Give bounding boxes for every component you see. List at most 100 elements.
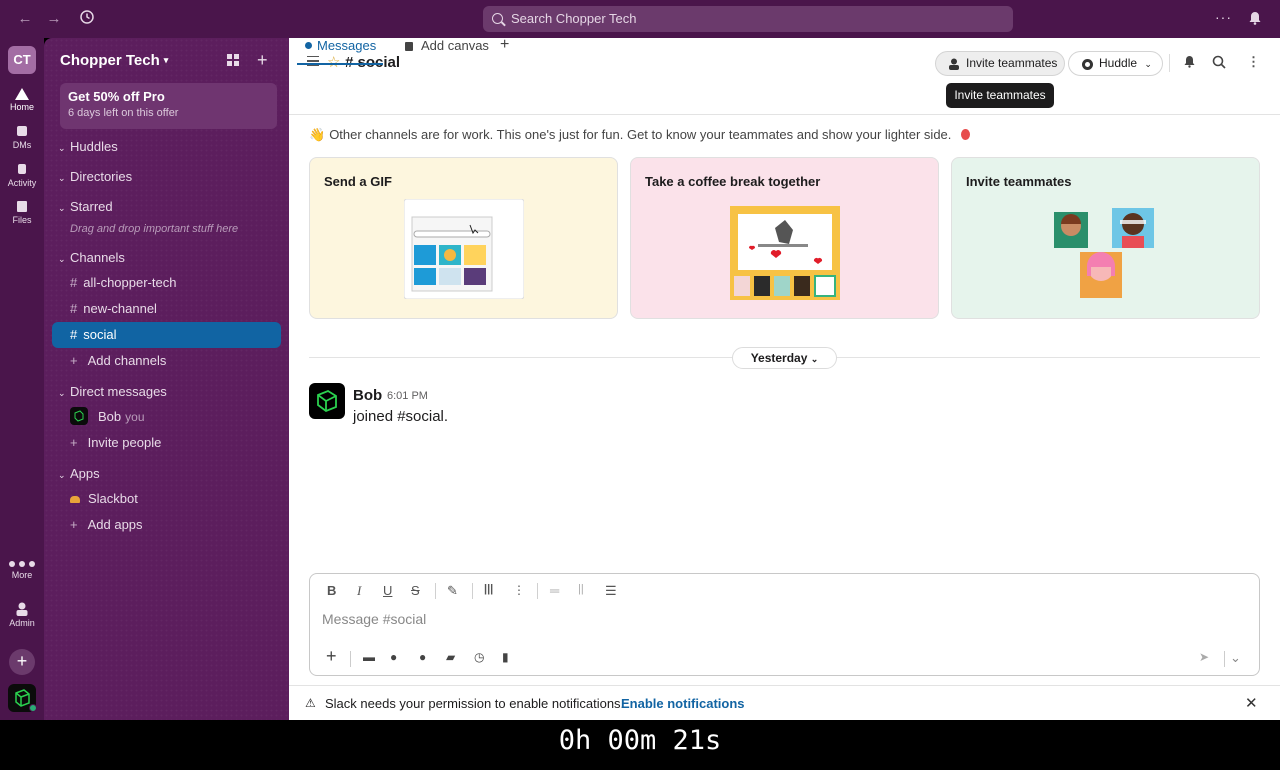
channel-view: ☆ # social Invite teammates Huddle ⌄ ⋮ M…	[289, 36, 1280, 720]
caret-icon: ⌄	[58, 254, 66, 264]
card-title: Take a coffee break together	[645, 174, 821, 189]
rail-admin-label: Admin	[9, 618, 35, 628]
add-channels-button[interactable]: + Add channels	[52, 348, 281, 374]
sidebar-channel-all-chopper-tech[interactable]: # all-chopper-tech	[52, 270, 281, 296]
forward-arrow-icon[interactable]: →	[44, 9, 64, 29]
dm-bob[interactable]: Bob you	[52, 404, 281, 430]
rail-more[interactable]: More	[0, 560, 44, 580]
notifications-bell-icon[interactable]	[1249, 11, 1261, 25]
link-pencil-icon[interactable]: ✎	[447, 583, 458, 599]
add-channels-label: Add channels	[87, 353, 167, 368]
send-icon[interactable]: ➤	[1199, 650, 1209, 664]
invite-people-label: Invite people	[87, 435, 162, 450]
formatting-icon[interactable]: ▬	[363, 650, 375, 664]
sidebar-channel-new-channel[interactable]: # new-channel	[52, 296, 281, 322]
rail-activity[interactable]: Activity	[0, 164, 44, 188]
section-huddles[interactable]: ⌄ Huddles	[58, 139, 118, 154]
search-icon[interactable]	[1212, 55, 1226, 72]
kebab-menu-icon[interactable]: ⋮	[1247, 54, 1260, 70]
history-icon[interactable]	[77, 9, 97, 29]
workspace-avatar[interactable]: CT	[8, 46, 36, 74]
section-channels[interactable]: ⌄ Channels	[58, 250, 125, 265]
caret-icon: ⌄	[58, 143, 66, 153]
back-arrow-icon[interactable]: ←	[15, 9, 35, 29]
tab-messages[interactable]: Messages	[297, 38, 383, 65]
section-apps[interactable]: ⌄ Apps	[58, 466, 100, 481]
channel-name: all-chopper-tech	[83, 275, 177, 290]
person-icon	[949, 58, 959, 70]
add-tab-plus-icon[interactable]: +	[500, 36, 514, 63]
filter-grid-icon[interactable]	[227, 54, 240, 72]
rail-files[interactable]: Files	[0, 201, 44, 225]
coffee-break-card[interactable]: Take a coffee break together	[630, 157, 939, 319]
date-divider-button[interactable]: Yesterday ⌄	[732, 347, 837, 369]
code-icon[interactable]: ||	[578, 583, 584, 595]
add-workspace-button[interactable]: +	[9, 649, 35, 675]
sidebar-channel-social[interactable]: # social	[52, 322, 281, 348]
ordered-list-icon[interactable]: |||	[484, 583, 493, 595]
bold-icon[interactable]: B	[327, 583, 336, 598]
bullet-list-icon[interactable]: ⋮	[513, 583, 525, 597]
add-apps-button[interactable]: + Add apps	[52, 512, 281, 538]
send-gif-card[interactable]: Send a GIF	[309, 157, 618, 319]
section-direct-messages[interactable]: ⌄ Direct messages	[58, 384, 167, 399]
app-slackbot[interactable]: Slackbot	[52, 486, 281, 512]
pro-offer-banner[interactable]: Get 50% off Pro 6 days left on this offe…	[60, 83, 277, 129]
headphones-icon	[1082, 59, 1093, 70]
mention-icon[interactable]: ●	[419, 650, 426, 664]
enable-notifications-link[interactable]: Enable notifications	[621, 696, 745, 711]
recording-timer: 0h 00m 21s	[0, 720, 1280, 770]
notification-settings-icon[interactable]	[1184, 55, 1195, 71]
rail-admin[interactable]: Admin	[0, 602, 44, 628]
code-block-icon[interactable]: ☰	[605, 583, 617, 599]
rail-home[interactable]: Home	[0, 88, 44, 112]
rail-home-label: Home	[9, 102, 34, 112]
top-bar: ← → Search Chopper Tech ···	[0, 0, 1280, 38]
app-rail: CT Home DMs Activity Files More Admin +	[0, 38, 44, 720]
files-icon	[17, 201, 27, 212]
slackbot-icon	[70, 496, 80, 503]
invite-teammates-card[interactable]: Invite teammates	[951, 157, 1260, 319]
message-author[interactable]: Bob	[353, 387, 382, 404]
message-timestamp[interactable]: 6:01 PM	[387, 390, 428, 402]
plus-icon: +	[70, 353, 78, 368]
italic-icon[interactable]: I	[357, 583, 361, 599]
send-options-chevron-icon[interactable]: ⌄	[1230, 650, 1241, 666]
channel-welcome: 👋 Other channels are for work. This one's…	[309, 127, 971, 143]
video-clip-icon[interactable]: ▰	[446, 650, 455, 664]
rail-activity-label: Activity	[7, 178, 37, 188]
section-huddles-label: Huddles	[70, 139, 118, 154]
card-title: Invite teammates	[966, 174, 1072, 189]
attach-plus-icon[interactable]: +	[326, 646, 337, 667]
invite-teammates-label: Invite teammates	[966, 56, 1058, 70]
plus-icon: +	[70, 517, 78, 532]
rail-more-label: More	[11, 570, 33, 580]
invite-people-button[interactable]: + Invite people	[52, 430, 281, 456]
close-icon[interactable]: ✕	[1245, 694, 1258, 712]
emoji-icon[interactable]: ●	[390, 650, 397, 664]
search-bar[interactable]: Search Chopper Tech	[483, 6, 1013, 32]
rail-dms[interactable]: DMs	[0, 126, 44, 150]
toolbar-divider	[350, 651, 351, 667]
chevron-down-icon: ⌄	[1144, 59, 1152, 69]
strikethrough-icon[interactable]: S	[411, 583, 420, 598]
presence-dot	[29, 704, 37, 712]
section-directories[interactable]: ⌄ Directories	[58, 169, 132, 184]
message-input[interactable]: Message #social	[322, 611, 426, 627]
huddle-button[interactable]: Huddle ⌄	[1068, 51, 1163, 76]
underline-icon[interactable]: U	[383, 583, 392, 598]
more-options-icon[interactable]: ···	[1215, 9, 1232, 25]
invite-teammates-button[interactable]: Invite teammates	[935, 51, 1065, 76]
tab-add-canvas[interactable]: Add canvas	[405, 38, 495, 65]
shortcuts-icon[interactable]: ▮	[502, 650, 509, 664]
message-avatar[interactable]	[309, 383, 345, 419]
caret-icon: ⌄	[58, 173, 66, 183]
welcome-text: Other channels are for work. This one's …	[329, 127, 952, 142]
compose-plus-icon[interactable]: +	[257, 50, 268, 71]
promo-subtitle: 6 days left on this offer	[68, 107, 179, 119]
section-starred[interactable]: ⌄ Starred	[58, 199, 113, 214]
audio-clip-icon[interactable]: ◷	[474, 650, 484, 664]
blockquote-icon[interactable]: ═	[550, 583, 559, 598]
workspace-name-menu[interactable]: Chopper Tech ▾	[60, 52, 168, 69]
notification-text: Slack needs your permission to enable no…	[325, 696, 625, 711]
